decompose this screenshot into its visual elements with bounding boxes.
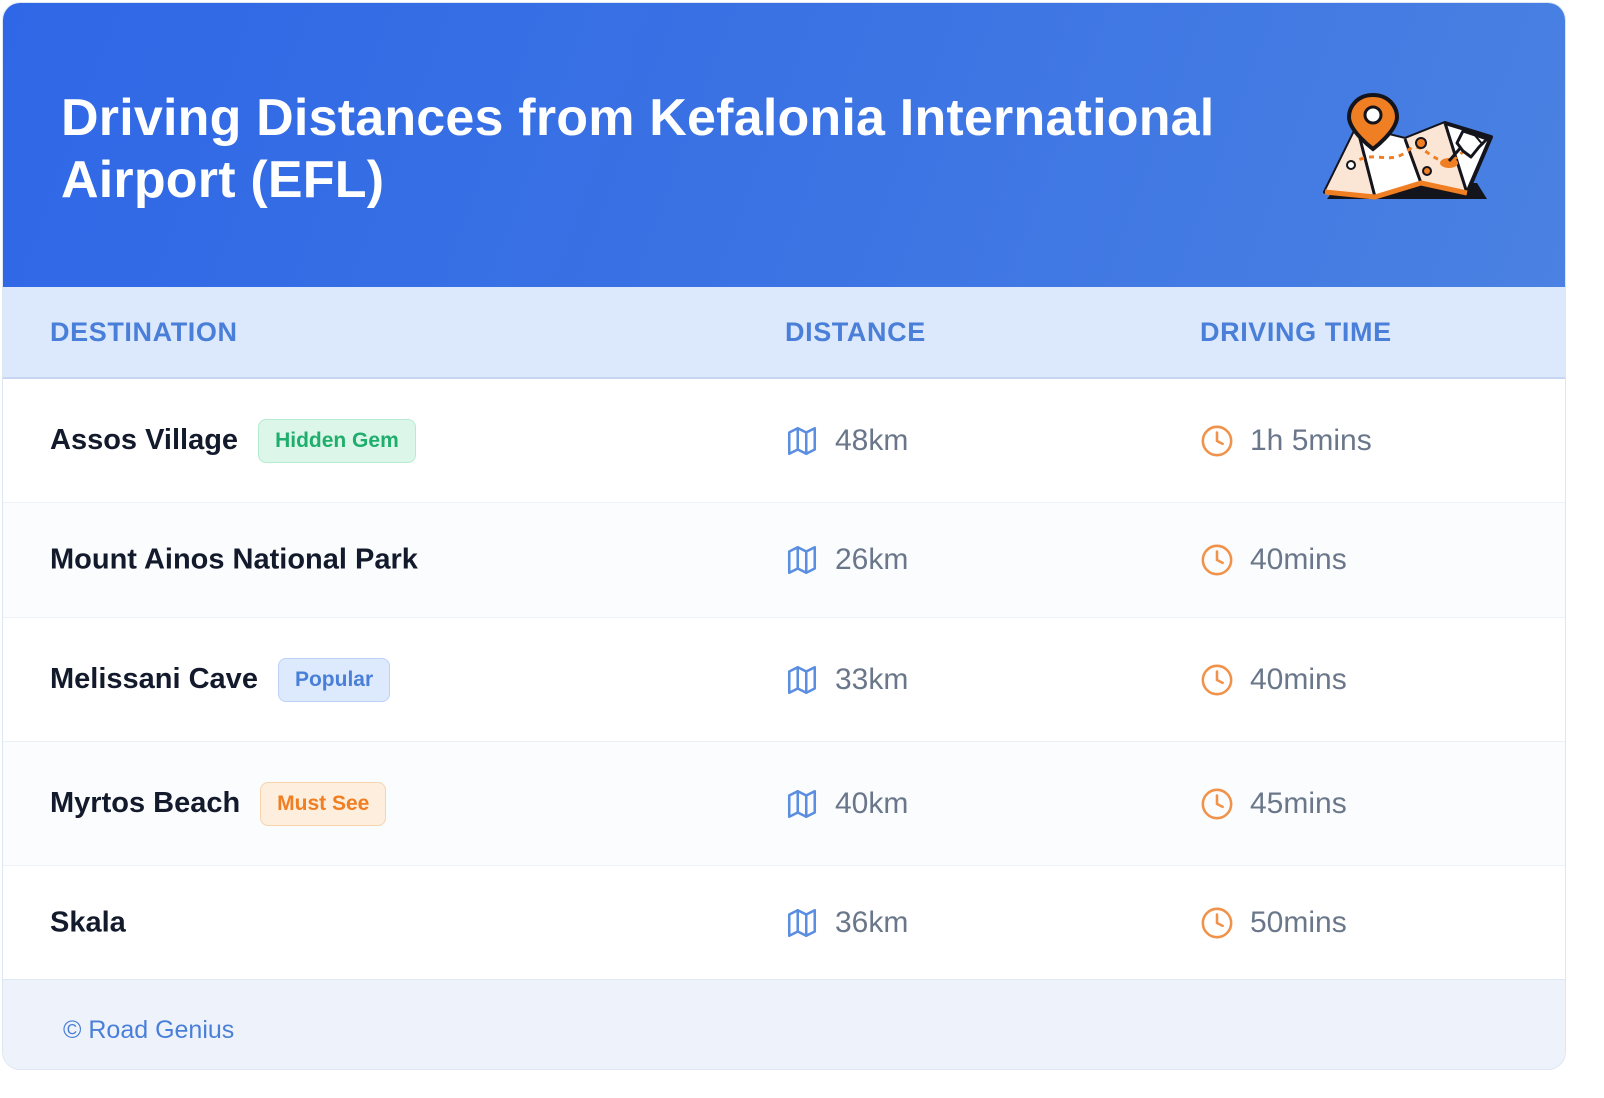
map-icon xyxy=(787,545,817,575)
table-row: Mount Ainos National Park 26km 40mins xyxy=(3,503,1565,618)
footer-credit-link[interactable]: © Road Genius xyxy=(63,1016,234,1045)
destination-name: Mount Ainos National Park xyxy=(50,543,418,576)
page-title: Driving Distances from Kefalonia Interna… xyxy=(61,89,1215,209)
destination-name: Myrtos Beach xyxy=(50,787,241,819)
time-cell: 45mins xyxy=(1200,787,1347,821)
time-value: 45mins xyxy=(1250,786,1347,820)
popular-badge: Popular xyxy=(277,657,391,702)
distance-value: 36km xyxy=(835,905,909,939)
time-cell: 1h 5mins xyxy=(1200,424,1372,458)
distance-value: 40km xyxy=(835,786,909,820)
destination-cell: Assos Village Hidden Gem xyxy=(50,418,416,463)
must-see-badge: Must See xyxy=(260,781,387,826)
map-pin-icon xyxy=(1323,92,1493,200)
time-cell: 40mins xyxy=(1200,663,1347,697)
distance-value: 26km xyxy=(835,543,909,576)
distance-cell: 36km xyxy=(785,906,908,940)
clock-icon xyxy=(1201,907,1233,938)
destination-cell: Skala xyxy=(50,906,126,939)
clock-icon xyxy=(1201,664,1233,695)
map-icon xyxy=(787,665,817,694)
time-value: 50mins xyxy=(1250,905,1347,939)
destination-cell: Melissani Cave Popular xyxy=(50,657,391,702)
time-cell: 50mins xyxy=(1200,906,1347,940)
time-value: 40mins xyxy=(1250,543,1347,576)
destination-name: Skala xyxy=(50,906,126,938)
clock-icon xyxy=(1201,788,1233,819)
column-header-driving-time[interactable]: DRIVING TIME xyxy=(1200,317,1392,348)
table-header: DESTINATION DISTANCE DRIVING TIME xyxy=(3,287,1565,379)
time-value: 1h 5mins xyxy=(1250,423,1372,457)
column-header-destination[interactable]: DESTINATION xyxy=(50,317,238,348)
destination-name: Melissani Cave xyxy=(50,663,258,695)
destination-cell: Myrtos Beach Must See xyxy=(50,781,387,826)
column-header-distance[interactable]: DISTANCE xyxy=(785,317,926,348)
clock-icon xyxy=(1201,425,1233,456)
time-cell: 40mins xyxy=(1200,543,1347,577)
distance-value: 33km xyxy=(835,662,909,696)
map-icon xyxy=(787,789,817,818)
table-row: Melissani Cave Popular 33km 40mins xyxy=(3,618,1565,742)
distance-cell: 26km xyxy=(785,543,908,577)
distances-card: Driving Distances from Kefalonia Interna… xyxy=(2,2,1566,1070)
distance-value: 48km xyxy=(835,423,909,457)
distance-cell: 33km xyxy=(785,663,908,697)
clock-icon xyxy=(1201,544,1233,576)
map-icon xyxy=(787,908,817,937)
destination-name: Assos Village xyxy=(50,424,239,456)
distance-cell: 48km xyxy=(785,424,908,458)
time-value: 40mins xyxy=(1250,662,1347,696)
footer: © Road Genius xyxy=(3,979,1565,1069)
table-row: Assos Village Hidden Gem 48km 1h 5mins xyxy=(3,379,1565,503)
table-row: Myrtos Beach Must See 40km 45mins xyxy=(3,742,1565,866)
hidden-gem-badge: Hidden Gem xyxy=(258,418,416,463)
destination-cell: Mount Ainos National Park xyxy=(50,544,418,577)
header-banner: Driving Distances from Kefalonia Interna… xyxy=(3,3,1565,287)
distance-cell: 40km xyxy=(785,787,908,821)
table-row: Skala 36km 50mins xyxy=(3,866,1565,979)
map-icon xyxy=(787,426,817,455)
